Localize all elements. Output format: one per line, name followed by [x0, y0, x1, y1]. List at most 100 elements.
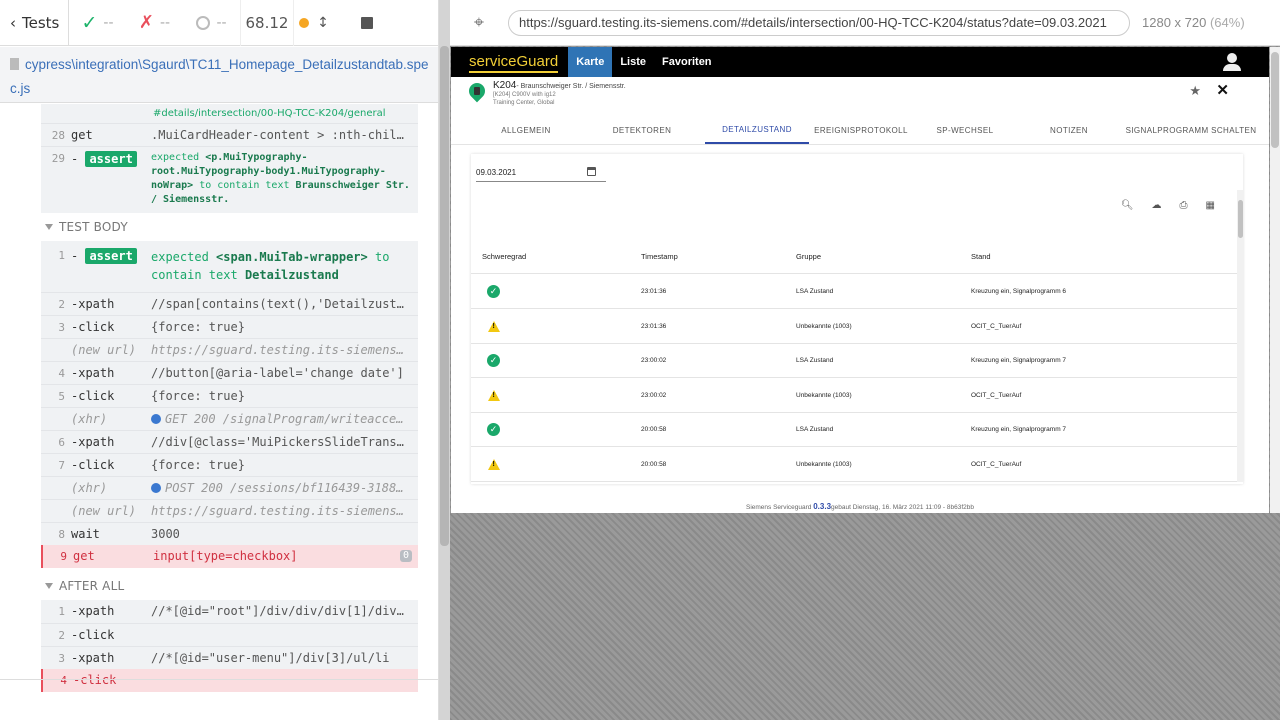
command-row[interactable]: 8 wait 3000	[41, 522, 418, 545]
traffic-light-glyph	[474, 87, 480, 95]
tab-detektoren[interactable]: DETEKTOREN	[601, 117, 683, 144]
tab-notizen[interactable]: NOTIZEN	[1017, 117, 1121, 144]
severity-cell	[471, 320, 641, 332]
close-icon[interactable]: ✕	[1216, 81, 1229, 99]
search-icon[interactable]: 🔍︎	[1121, 200, 1134, 211]
state-cell: Kreuzung ein, Signalprogramm 7	[971, 357, 1067, 364]
assert-row[interactable]: 29 - assert expected <p.MuiTypography-ro…	[41, 146, 418, 213]
nav-favoriten[interactable]: Favoriten	[654, 47, 720, 77]
command-row[interactable]: 7 -click {force: true}	[41, 453, 418, 476]
test-body-section-title[interactable]: TEST BODY	[45, 213, 438, 241]
xhr-text: POST 200 /sessions/bf116439-3188-4e44-9a…	[165, 481, 418, 495]
reporter-scrollbar-thumb[interactable]	[440, 46, 449, 546]
date-picker-field[interactable]: 09.03.2021	[476, 164, 606, 182]
command-row[interactable]: 28 get .MuiCardHeader-content > :nth-chi…	[41, 123, 418, 146]
command-row[interactable]: 6 -xpath //div[@class='MuiPickersSlideTran…	[41, 430, 418, 453]
tab-detailzustand[interactable]: DETAILZUSTAND	[705, 117, 809, 144]
command-row[interactable]: (xhr) POST 200 /sessions/bf116439-3188-4e…	[41, 476, 418, 499]
nav-liste[interactable]: Liste	[612, 47, 654, 77]
brand-logo[interactable]: serviceGuard	[469, 49, 559, 73]
selector-playground-icon[interactable]: ⌖	[450, 12, 508, 33]
after-rows: 1 -xpath //*[@id="root"]/div/div/div[1]/di…	[41, 600, 418, 669]
xhr-text: GET 200 /signalProgram/writeaccess/00-HQ…	[165, 412, 418, 426]
command-row[interactable]: 1 -xpath //*[@id="root"]/div/div/div[1]/di…	[41, 600, 418, 623]
command-number: 6	[58, 436, 65, 449]
body-rows: 2 -xpath //span[contains(text(),'Detailzus…	[41, 292, 418, 545]
auto-scroll-icon[interactable]: ↕	[317, 15, 329, 31]
viewport-info[interactable]: 1280 x 720 (64%)	[1142, 15, 1245, 30]
table-row[interactable]: ✓ 23:01:36 LSA Zustand Kreuzung ein, Signal…	[471, 275, 1237, 309]
failed-command-row[interactable]: 9 get input[type=checkbox] 0	[41, 545, 418, 568]
favorite-star-icon[interactable]: ★	[1189, 83, 1201, 99]
download-icon[interactable]: ☁	[1152, 200, 1162, 211]
footer-product: Siemens Serviceguard	[746, 504, 812, 511]
failed-command-row[interactable]: 4 -click	[41, 669, 418, 692]
command-row[interactable]: (xhr) GET 200 /signalProgram/writeaccess/…	[41, 407, 418, 430]
group-cell: LSA Zustand	[796, 288, 834, 295]
command-number: 28	[51, 129, 65, 142]
command-row[interactable]: (new url) https://sguard.testing.its-siem…	[41, 499, 418, 522]
before-hook-block: #details/intersection/00-HQ-TCC-K204/gen…	[41, 104, 418, 213]
timestamp-cell: 20:00:58	[641, 460, 667, 468]
tab-ereignisprotokoll[interactable]: EREIGNISPROTOKOLL	[809, 117, 913, 144]
severity-cell: ✓	[471, 354, 641, 367]
tests-button[interactable]: ‹ Tests	[0, 0, 69, 46]
zoom-level: (64%)	[1209, 15, 1245, 30]
spec-path-link[interactable]: cypress\integration\Sgaurd\TC11_Homepage…	[10, 53, 429, 101]
table-scrollbar-thumb[interactable]	[1238, 200, 1243, 238]
command-row[interactable]: 2 -click	[41, 623, 418, 646]
table-row[interactable]: 23:00:02 Unbekannte (1003) OCIT_C_TuerAuf	[471, 379, 1237, 413]
tab-allgemein[interactable]: ALLGEMEIN	[451, 117, 601, 144]
failed-count: --	[159, 14, 171, 31]
check-icon: ✓	[81, 11, 98, 34]
command-name: (xhr)	[71, 412, 108, 426]
assert-selector: <span.MuiTab-wrapper>	[216, 250, 368, 264]
url-display[interactable]: https://sguard.testing.its-siemens.com/#…	[508, 9, 1130, 36]
avatar-body	[1223, 64, 1241, 71]
assert-mid: to contain text	[199, 180, 290, 191]
stop-icon[interactable]	[361, 16, 373, 29]
command-row[interactable]: 2 -xpath //span[contains(text(),'Detailzus…	[41, 292, 418, 315]
table-row[interactable]: 20:00:58 Unbekannte (1003) OCIT_C_TuerAuf	[471, 448, 1237, 482]
command-name: -click	[71, 320, 115, 334]
date-value: 09.03.2021	[476, 168, 517, 177]
command-name: get	[73, 549, 95, 563]
intersection-title: K204- Braunschweiger Str. / Siemensstr.	[493, 77, 1269, 91]
column-header[interactable]: Schweregrad	[471, 252, 641, 261]
calendar-icon[interactable]	[587, 167, 596, 176]
command-row[interactable]: 5 -click {force: true}	[41, 384, 418, 407]
assert-row[interactable]: 1 - assert expected <span.MuiTab-wrapper…	[41, 241, 418, 292]
ok-check-icon: ✓	[487, 285, 500, 298]
detail-tabs: ALLGEMEIN DETEKTOREN DETAILZUSTAND EREIG…	[451, 117, 1269, 145]
pending-stat: --	[183, 0, 240, 46]
command-row[interactable]: 3 -xpath //*[@id="user-menu"]/div[3]/ul/li	[41, 646, 418, 669]
avatar-head	[1227, 53, 1237, 63]
tab-sp-wechsel[interactable]: SP-WECHSEL	[913, 117, 1017, 144]
nav-karte[interactable]: Karte	[568, 47, 613, 77]
app-scrollbar-thumb[interactable]	[1271, 52, 1279, 148]
command-message: //span[contains(text(),'Detailzustand')]	[151, 297, 418, 311]
column-header[interactable]: Stand	[971, 252, 1237, 261]
group-cell: LSA Zustand	[796, 426, 834, 433]
command-row[interactable]: 3 -click {force: true}	[41, 315, 418, 338]
column-header[interactable]: Gruppe	[796, 252, 971, 261]
command-message	[151, 624, 418, 628]
after-all-section-title[interactable]: AFTER ALL	[45, 572, 438, 600]
command-number: 5	[58, 390, 65, 403]
command-row[interactable]: (new url) https://sguard.testing.its-siem…	[41, 338, 418, 361]
viewport-size: 1280 x 720	[1142, 15, 1207, 30]
command-row[interactable]: 4 -xpath //button[@aria-label='change date…	[41, 361, 418, 384]
table-row[interactable]: 23:01:36 Unbekannte (1003) OCIT_C_TuerAuf	[471, 310, 1237, 344]
table-row[interactable]: ✓ 23:00:02 LSA Zustand Kreuzung ein, Signal…	[471, 344, 1237, 378]
user-menu-icon[interactable]	[1217, 47, 1247, 77]
column-header[interactable]: Timestamp	[641, 252, 796, 261]
tests-label: Tests	[22, 13, 60, 32]
print-icon[interactable]: ⎙	[1180, 200, 1188, 211]
view-columns-icon[interactable]: ▦	[1206, 200, 1215, 211]
app-top-nav: serviceGuard Karte Liste Favoriten	[451, 47, 1269, 77]
assert-message: expected <p.MuiTypography-root.MuiTypogr…	[151, 147, 418, 211]
table-row[interactable]: ✓ 20:00:58 LSA Zustand Kreuzung ein, Signal…	[471, 413, 1237, 447]
tab-signalprogramm-schalten[interactable]: SIGNALPROGRAMM SCHALTEN	[1121, 117, 1261, 144]
command-message: {force: true}	[151, 458, 245, 472]
intersection-header: K204- Braunschweiger Str. / Siemensstr. …	[451, 77, 1269, 117]
